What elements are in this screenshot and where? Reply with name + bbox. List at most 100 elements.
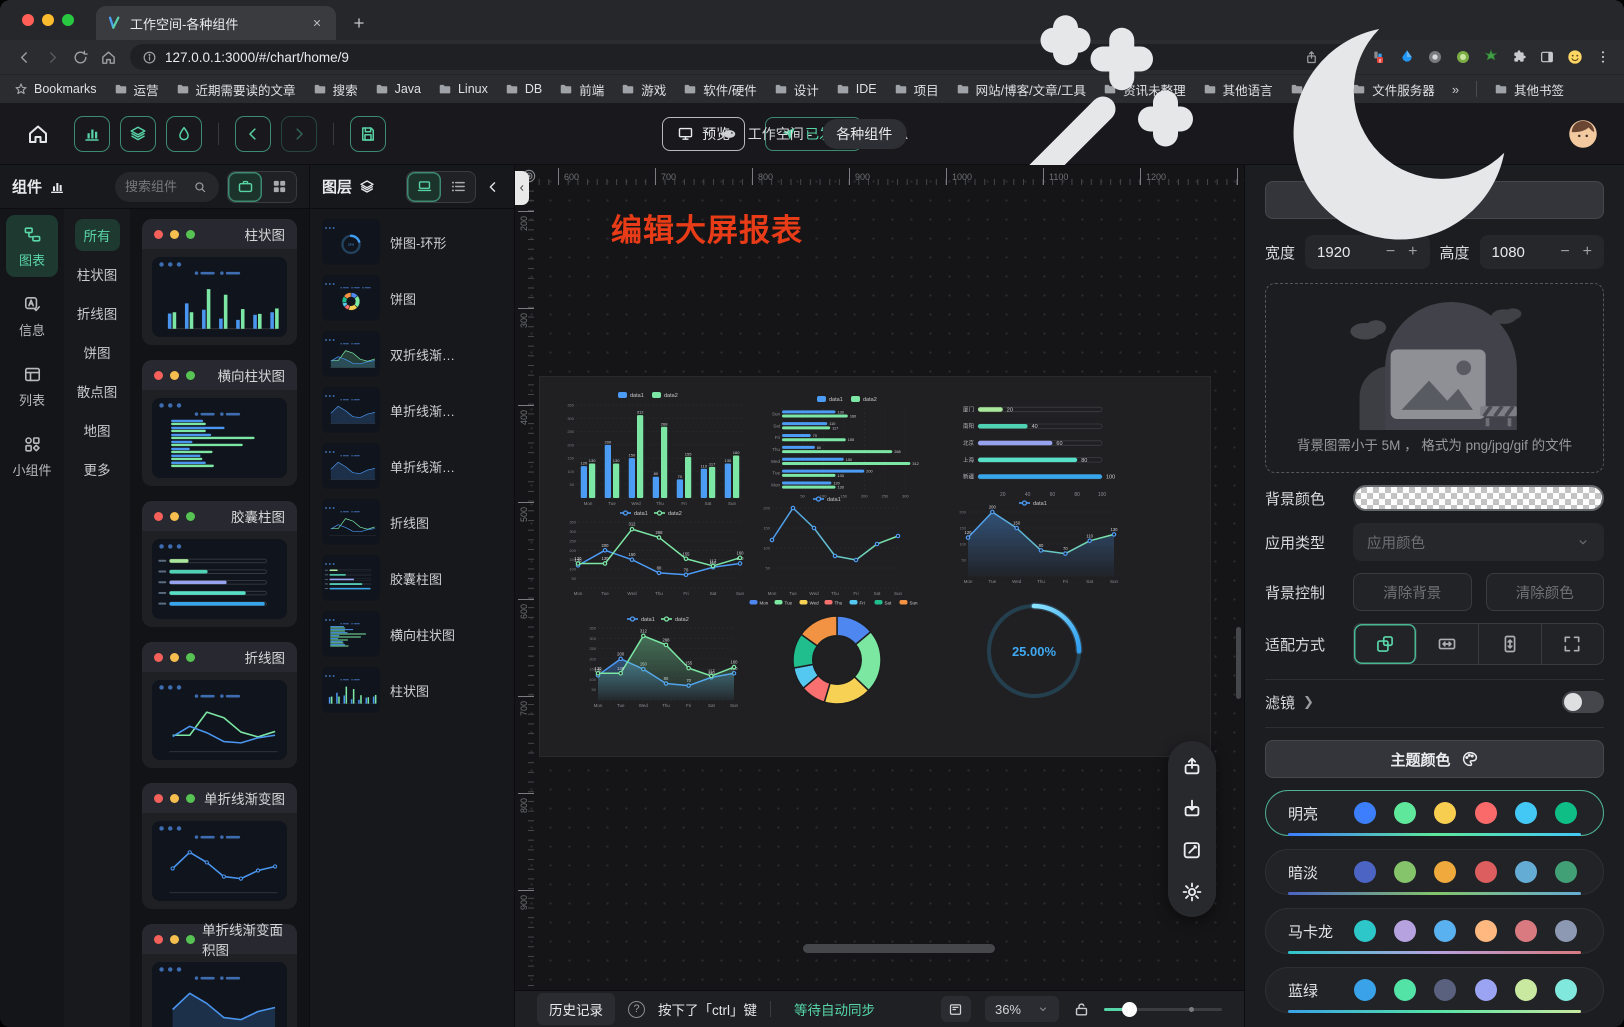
sidebar-item-charts[interactable]: 图表 — [6, 215, 58, 277]
minimize-window-button[interactable] — [42, 14, 54, 26]
maximize-window-button[interactable] — [62, 14, 74, 26]
theme-color-dot[interactable] — [1354, 920, 1376, 942]
progress-ring-widget[interactable]: 25.00% — [982, 599, 1086, 703]
chevron-right-icon[interactable]: ❯ — [1303, 694, 1314, 710]
zoom-select[interactable]: 36% — [985, 996, 1059, 1022]
category-item[interactable]: 散点图 — [68, 375, 127, 407]
clear-background-button[interactable]: 清除背景 — [1353, 573, 1472, 611]
bookmark-folder[interactable]: Java — [375, 82, 421, 96]
theme-color-dot[interactable] — [1434, 920, 1456, 942]
settings-gear-icon[interactable] — [1181, 881, 1203, 903]
theme-color-dot[interactable] — [1515, 861, 1537, 883]
fit-scale-button[interactable] — [1354, 624, 1417, 664]
theme-row-马卡龙[interactable]: 马卡龙 — [1265, 908, 1604, 954]
category-item[interactable]: 折线图 — [68, 297, 127, 329]
details-toggle-button[interactable] — [166, 116, 202, 152]
app-home-icon[interactable] — [26, 122, 50, 146]
fit-stretch-button[interactable] — [1542, 624, 1604, 664]
bookmark-folder[interactable]: 运营 — [114, 80, 159, 99]
layer-item[interactable]: 横向柱状图 — [322, 611, 502, 657]
zoom-slider[interactable] — [1104, 1002, 1222, 1017]
export-icon[interactable] — [1181, 755, 1203, 777]
theme-color-dot[interactable] — [1434, 979, 1456, 1001]
theme-color-dot[interactable] — [1394, 802, 1416, 824]
layer-item[interactable]: 25%饼图-环形 — [322, 219, 502, 265]
undo-button[interactable] — [235, 116, 271, 152]
browser-tab[interactable]: 工作空间-各种组件 — [96, 6, 336, 40]
history-button[interactable]: 历史记录 — [537, 993, 615, 1025]
category-item[interactable]: 柱状图 — [68, 258, 127, 290]
import-icon[interactable] — [1181, 797, 1203, 819]
theme-color-dot[interactable] — [1394, 979, 1416, 1001]
bookmark-folder[interactable]: DB — [505, 82, 542, 96]
sidebar-item-info[interactable]: 信息 — [6, 285, 58, 347]
dark-mode-moon-icon[interactable] — [1248, 0, 1548, 284]
gradient-area-widget[interactable]: 50100150200MonTueWedThuFriSatSun12020015… — [948, 497, 1124, 589]
line-chart-widget[interactable]: 50100150200250300350MonTueWedThuFriSatSu… — [558, 507, 750, 601]
layer-item[interactable]: 折线图 — [322, 499, 502, 545]
category-item[interactable]: 所有 — [75, 219, 120, 251]
hbar-chart-widget[interactable]: 50100150200250300Sun130160Sat110117Fri70… — [758, 393, 944, 503]
panel-layout-button[interactable] — [941, 996, 971, 1022]
component-card[interactable]: 胶囊柱图 — [142, 501, 297, 627]
component-search[interactable] — [115, 172, 219, 202]
app-type-select[interactable]: 应用颜色 — [1353, 523, 1604, 561]
bookmark-folder[interactable]: 近期需要读的文章 — [176, 80, 296, 99]
background-upload-dropzone[interactable]: 背景图需小于 5M ， 格式为 png/jpg/gif 的文件 — [1265, 283, 1604, 473]
theme-color-dot[interactable] — [1555, 920, 1577, 942]
reload-icon[interactable] — [66, 43, 94, 71]
filter-toggle[interactable] — [1562, 691, 1604, 713]
pie-chart-widget[interactable]: MonTueWedThuFriSatSun — [732, 595, 942, 713]
single-view-button[interactable] — [228, 172, 262, 202]
save-button[interactable] — [350, 116, 386, 152]
theme-color-dot[interactable] — [1475, 802, 1497, 824]
layer-item[interactable]: 双折线渐… — [322, 331, 502, 377]
tab-close-icon[interactable] — [308, 14, 326, 32]
theme-color-dot[interactable] — [1354, 979, 1376, 1001]
capsule-chart-widget[interactable]: 厦门20南阳40北京60上海80新疆10020406080100 — [952, 393, 1124, 499]
theme-color-dot[interactable] — [1394, 861, 1416, 883]
components-toggle-button[interactable] — [74, 116, 110, 152]
theme-color-dot[interactable] — [1475, 861, 1497, 883]
grid-view-button[interactable] — [262, 172, 296, 202]
component-card[interactable]: 单折线渐变图 — [142, 783, 297, 909]
category-item[interactable]: 地图 — [75, 414, 120, 446]
panel-collapse-tab[interactable] — [515, 171, 529, 205]
sidebar-item-widgets[interactable]: 小组件 — [6, 425, 58, 487]
design-board[interactable]: 50100150200250300350MonTueWedThuFriSatSu… — [540, 377, 1210, 756]
component-card[interactable]: 横向柱状图 — [142, 360, 297, 486]
browser-home-icon[interactable] — [94, 43, 122, 71]
gradient-line-widget[interactable]: 50100150200MonTueWedThuFriSatSundata1 — [752, 493, 908, 601]
layer-item[interactable]: 单折线渐… — [322, 443, 502, 489]
fit-height-button[interactable] — [1479, 624, 1542, 664]
bookmark-folder[interactable]: 前端 — [559, 80, 604, 99]
bookmarks-manager[interactable]: Bookmarks — [14, 82, 97, 96]
theme-color-dot[interactable] — [1555, 979, 1577, 1001]
horizontal-scrollbar[interactable] — [803, 944, 995, 953]
back-icon[interactable] — [10, 43, 38, 71]
sidebar-item-tables[interactable]: 列表 — [6, 355, 58, 417]
theme-color-button[interactable]: 主题颜色 — [1265, 740, 1604, 778]
vertical-scrollbar[interactable] — [1236, 627, 1241, 699]
theme-row-蓝绿[interactable]: 蓝绿 — [1265, 967, 1604, 1013]
thumbnail-view-button[interactable] — [407, 172, 441, 202]
theme-color-dot[interactable] — [1475, 979, 1497, 1001]
layers-toggle-button[interactable] — [120, 116, 156, 152]
layer-item[interactable]: 饼图 — [322, 275, 502, 321]
bookmark-folder[interactable]: 游戏 — [621, 80, 666, 99]
theme-color-dot[interactable] — [1354, 861, 1376, 883]
theme-color-dot[interactable] — [1394, 920, 1416, 942]
component-card[interactable]: 折线图 — [142, 642, 297, 768]
category-item[interactable]: 更多 — [75, 453, 120, 485]
layer-item[interactable]: 单折线渐… — [322, 387, 502, 433]
list-view-button[interactable] — [441, 172, 475, 202]
design-canvas[interactable]: 6007008009001000110012001300 20030040050… — [515, 165, 1244, 1027]
project-name-pill[interactable]: 各种组件 — [822, 119, 906, 149]
layer-item[interactable]: 柱状图 — [322, 667, 502, 713]
category-item[interactable]: 饼图 — [75, 336, 120, 368]
slider-knob[interactable] — [1122, 1002, 1137, 1017]
site-info-icon[interactable] — [142, 50, 157, 65]
bookmark-folder[interactable]: 搜索 — [313, 80, 358, 99]
component-card[interactable]: 单折线渐变面积图 — [142, 924, 297, 1027]
edit-icon[interactable] — [1181, 839, 1203, 861]
